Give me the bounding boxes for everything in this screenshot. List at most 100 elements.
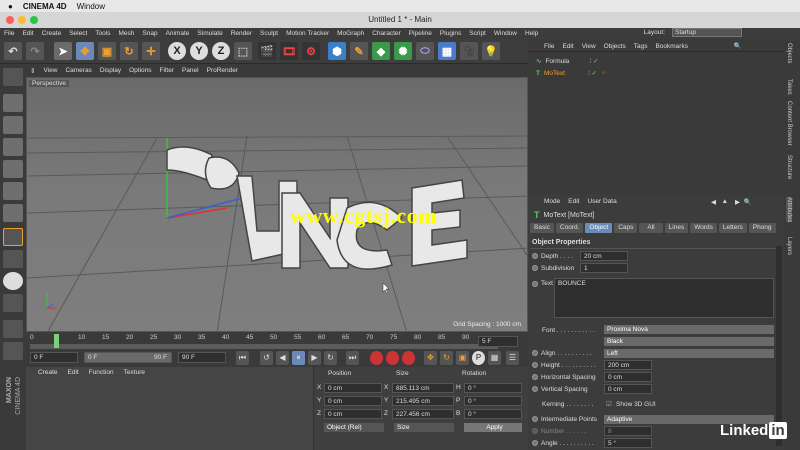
cube-primitive-icon[interactable]: ⬢	[328, 42, 346, 60]
objmgr-menu-file[interactable]: File	[544, 43, 554, 50]
material-manager[interactable]: Create Edit Function Texture	[26, 367, 314, 450]
record-keys-icon[interactable]	[370, 351, 383, 365]
object-row-motext[interactable]: T MoText ⁞ ✓ ⁘	[536, 69, 607, 78]
attribute-scrollbar[interactable]	[776, 246, 782, 446]
cloner-icon[interactable]: ✺	[394, 42, 412, 60]
rotation-b-field[interactable]: 0 °	[464, 409, 522, 419]
forward-arrow-icon[interactable]: ▶	[735, 198, 740, 206]
previous-key-icon[interactable]: ↺	[260, 351, 273, 365]
render-picture-viewer-icon[interactable]: 🎞	[280, 42, 298, 60]
menu-simulate[interactable]: Simulate	[197, 30, 222, 37]
size-x-field[interactable]: 885.113 cm	[392, 383, 454, 393]
move-icon[interactable]: ✥	[76, 42, 94, 60]
objmgr-menu-objects[interactable]: Objects	[604, 43, 626, 50]
visibility-dots-icon[interactable]: ⁞ ✓	[588, 69, 597, 77]
tab-object[interactable]: Object	[585, 223, 613, 233]
perspective-viewport[interactable]: Perspective Grid Spacing : 1000 cm	[26, 77, 528, 332]
animate-radio[interactable]	[532, 350, 538, 356]
autokey-icon[interactable]	[386, 351, 399, 365]
animate-radio[interactable]	[532, 428, 538, 434]
x-axis-lock-button[interactable]: X	[168, 42, 186, 60]
select-arrow-icon[interactable]: ➤	[54, 42, 72, 60]
position-x-field[interactable]: 0 cm	[324, 383, 382, 393]
key-scale-icon[interactable]: ▣	[456, 351, 469, 365]
rotation-h-field[interactable]: 0 °	[464, 383, 522, 393]
apply-button[interactable]: Apply	[464, 423, 522, 432]
menu-render[interactable]: Render	[231, 30, 252, 37]
zoom-window-icon[interactable]	[30, 16, 38, 24]
side-tab-content-browser[interactable]: Content Browser	[786, 101, 792, 146]
scale-icon[interactable]: ▣	[98, 42, 116, 60]
subdivision-icon[interactable]: ◆	[372, 42, 390, 60]
object-row-formula[interactable]: ∿ Formula ⁞ ✓	[536, 57, 599, 66]
layout-dropdown[interactable]: Startup	[672, 28, 742, 37]
height-field[interactable]: 200 cm	[604, 360, 652, 370]
search-icon[interactable]: 🔍	[734, 42, 742, 50]
menu-mograph[interactable]: MoGraph	[337, 30, 364, 37]
preview-range-slider[interactable]: 0 F 90 F	[84, 352, 172, 363]
menu-help[interactable]: Help	[525, 30, 538, 37]
tab-lines[interactable]: Lines	[664, 223, 689, 233]
position-y-field[interactable]: 0 cm	[324, 396, 382, 406]
position-z-field[interactable]: 0 cm	[324, 409, 382, 419]
texture-mode-icon[interactable]	[3, 116, 23, 134]
attr-menu-user-data[interactable]: User Data	[587, 198, 616, 205]
menu-edit[interactable]: Edit	[22, 30, 33, 37]
menu-script[interactable]: Script	[469, 30, 486, 37]
edges-mode-icon[interactable]	[3, 182, 23, 200]
floor-icon[interactable]: ▦	[438, 42, 456, 60]
side-tab-layers[interactable]: Layers	[786, 237, 792, 255]
timeline-ruler[interactable]: 0 5 10 15 20 25 30 35 40 45 50 55 60 65 …	[26, 332, 528, 350]
size-mode-dropdown[interactable]: Size	[394, 423, 454, 432]
render-view-icon[interactable]: 🎬	[258, 42, 276, 60]
key-param-icon[interactable]: P	[472, 351, 485, 365]
animate-radio[interactable]	[532, 253, 538, 259]
go-to-start-icon[interactable]: ⏮	[236, 351, 249, 365]
back-arrow-icon[interactable]: ◀	[711, 198, 716, 206]
size-y-field[interactable]: 215.495 cm	[392, 396, 454, 406]
subdivision-field[interactable]: 1	[580, 263, 628, 273]
y-axis-lock-button[interactable]: Y	[190, 42, 208, 60]
key-position-icon[interactable]: ✥	[424, 351, 437, 365]
align-dropdown[interactable]: Left	[604, 349, 774, 358]
attr-menu-mode[interactable]: Mode	[544, 198, 560, 205]
close-window-icon[interactable]	[6, 16, 14, 24]
lock-workplane-icon[interactable]	[3, 320, 23, 338]
viewport-menu-view[interactable]: View	[43, 67, 57, 74]
tab-all[interactable]: All	[639, 223, 663, 233]
end-frame-field[interactable]: 90 F	[178, 352, 226, 363]
font-weight-dropdown[interactable]: Black	[604, 337, 774, 346]
render-settings-icon[interactable]: ⚙	[302, 42, 320, 60]
snap-icon[interactable]	[3, 272, 23, 290]
viewport-menu-filter[interactable]: Filter	[160, 67, 174, 74]
angle-field[interactable]: 5 °	[604, 438, 652, 448]
tweak-mode-icon[interactable]	[3, 250, 23, 268]
attr-menu-edit[interactable]: Edit	[568, 198, 579, 205]
material-menu-function[interactable]: Function	[89, 369, 114, 381]
next-frame-icon[interactable]: ▶	[308, 351, 321, 365]
animate-radio[interactable]	[532, 362, 538, 368]
viewport-menu-panel[interactable]: Panel	[182, 67, 199, 74]
tag-icon[interactable]: ⁘	[601, 69, 606, 77]
polygons-mode-icon[interactable]	[3, 204, 23, 222]
menu-pipeline[interactable]: Pipeline	[409, 30, 432, 37]
spline-pen-icon[interactable]: ✎	[350, 42, 368, 60]
vertical-spacing-field[interactable]: 0 cm	[604, 384, 652, 394]
tab-coord[interactable]: Coord.	[555, 223, 584, 233]
objmgr-menu-bookmarks[interactable]: Bookmarks	[655, 43, 688, 50]
viewport-menu-cameras[interactable]: Cameras	[65, 67, 91, 74]
sculpt-icon[interactable]	[3, 294, 23, 312]
search-icon[interactable]: 🔍	[744, 198, 752, 206]
animate-radio[interactable]	[532, 386, 538, 392]
objmgr-menu-view[interactable]: View	[582, 43, 596, 50]
rotation-p-field[interactable]: 0 °	[464, 396, 522, 406]
tab-phong[interactable]: Phong	[748, 223, 776, 233]
next-key-icon[interactable]: ↻	[324, 351, 337, 365]
recent-tool-icon[interactable]: ✛	[142, 42, 160, 60]
checkbox-checked-icon[interactable]: ☑	[606, 400, 612, 408]
current-frame-field[interactable]: 5 F	[478, 336, 518, 347]
visibility-dots-icon[interactable]: ⁞ ✓	[589, 57, 598, 65]
timeline-window-icon[interactable]: ☰	[506, 351, 519, 365]
side-tab-takes[interactable]: Takes	[786, 79, 792, 95]
axis-mode-icon[interactable]	[3, 228, 23, 246]
